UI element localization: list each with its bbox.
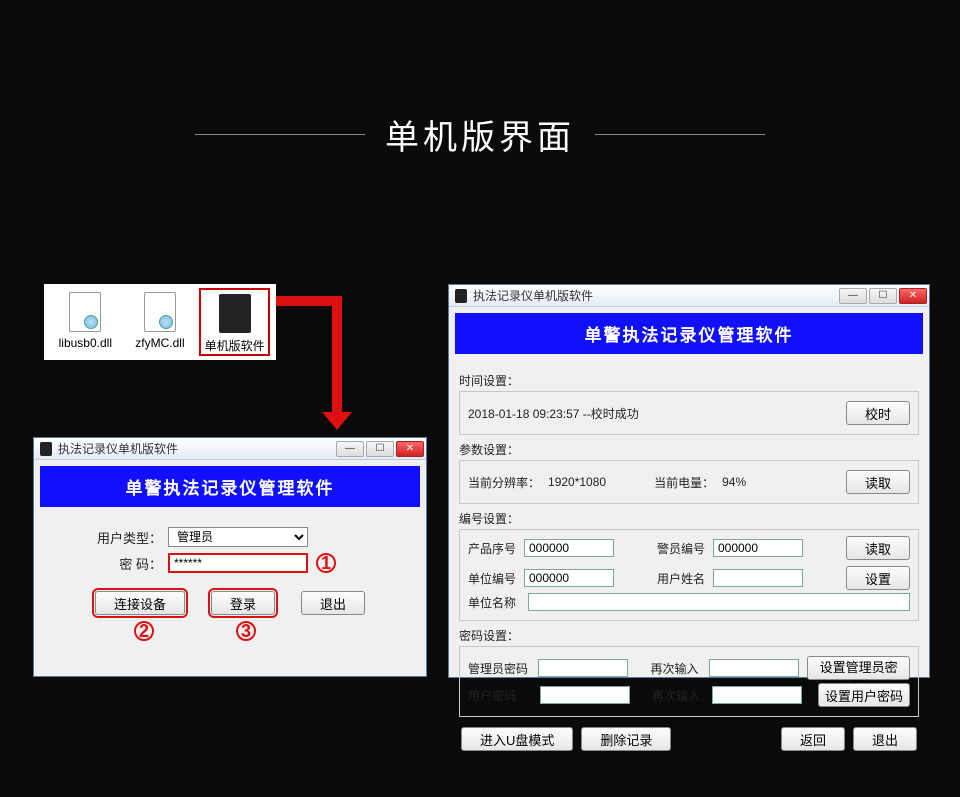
file-libusb-dll[interactable]: libusb0.dll — [50, 288, 121, 356]
id-section-label: 编号设置： — [459, 510, 919, 527]
back-button[interactable]: 返回 — [781, 727, 845, 751]
time-group: 2018-01-18 09:23:57 --校时成功 校时 — [459, 391, 919, 435]
close-button[interactable]: ✕ — [899, 288, 927, 304]
password-input[interactable] — [168, 553, 308, 573]
maximize-button[interactable]: ☐ — [869, 288, 897, 304]
officer-id-input[interactable] — [713, 539, 803, 557]
product-id-input[interactable] — [524, 539, 614, 557]
exit-button[interactable]: 退出 — [853, 727, 917, 751]
resolution-label: 当前分辨率： — [468, 474, 540, 491]
user-pwd-again-label: 再次输入 — [652, 687, 704, 704]
pwd-group: 管理员密码 再次输入 设置管理员密码 用户密码 再次输入 设置用户密码 — [459, 646, 919, 717]
step-marker-1: 1 — [316, 553, 336, 573]
management-window: 执法记录仪单机版软件 — ☐ ✕ 单警执法记录仪管理软件 时间设置： 2018-… — [448, 284, 930, 678]
delete-records-button[interactable]: 删除记录 — [581, 727, 671, 751]
unit-id-input[interactable] — [524, 569, 614, 587]
exe-icon — [219, 294, 251, 333]
user-pwd-again-input[interactable] — [712, 686, 802, 704]
file-standalone-exe[interactable]: 单机版软件 — [199, 288, 270, 356]
param-section-label: 参数设置： — [459, 441, 919, 458]
app-icon — [455, 289, 467, 303]
titlebar[interactable]: 执法记录仪单机版软件 — ☐ ✕ — [449, 285, 929, 307]
divider-left — [195, 134, 365, 135]
file-explorer-panel: libusb0.dll zfyMC.dll 单机版软件 — [44, 284, 276, 360]
resolution-value: 1920*1080 — [548, 475, 606, 489]
page-heading-row: 单机版界面 — [0, 110, 960, 159]
admin-pwd-again-input[interactable] — [709, 659, 799, 677]
user-name-input[interactable] — [713, 569, 803, 587]
login-button[interactable]: 登录 — [211, 591, 275, 615]
unit-name-input[interactable] — [528, 593, 910, 611]
id-read-button[interactable]: 读取 — [846, 536, 910, 560]
dll-icon — [69, 292, 101, 332]
file-label: zfyMC.dll — [135, 336, 184, 350]
app-header: 单警执法记录仪管理软件 — [455, 313, 923, 354]
time-section-label: 时间设置： — [459, 372, 919, 389]
file-label: 单机版软件 — [205, 337, 265, 354]
battery-value: 94% — [722, 475, 746, 489]
user-pwd-input[interactable] — [540, 686, 630, 704]
admin-pwd-input[interactable] — [538, 659, 628, 677]
time-status-text: 2018-01-18 09:23:57 --校时成功 — [468, 405, 639, 422]
user-type-label: 用户类型： — [92, 528, 162, 547]
set-admin-pwd-button[interactable]: 设置管理员密码 — [807, 656, 910, 680]
file-zfymc-dll[interactable]: zfyMC.dll — [125, 288, 196, 356]
step-marker-3: 3 — [236, 621, 256, 641]
pwd-section-label: 密码设置： — [459, 627, 919, 644]
page-title: 单机版界面 — [385, 110, 575, 159]
app-icon — [40, 442, 52, 456]
divider-right — [595, 134, 765, 135]
admin-pwd-again-label: 再次输入 — [650, 660, 701, 677]
user-pwd-label: 用户密码 — [468, 687, 532, 704]
window-title: 执法记录仪单机版软件 — [473, 287, 593, 304]
udisk-mode-button[interactable]: 进入U盘模式 — [461, 727, 573, 751]
battery-label: 当前电量： — [654, 474, 714, 491]
file-label: libusb0.dll — [59, 336, 112, 350]
window-title: 执法记录仪单机版软件 — [58, 440, 178, 457]
red-arrow — [276, 288, 426, 428]
step-marker-2: 2 — [134, 621, 154, 641]
product-id-label: 产品序号 — [468, 540, 520, 557]
login-window: 执法记录仪单机版软件 — ☐ ✕ 单警执法记录仪管理软件 用户类型： 管理员 密… — [33, 437, 427, 677]
officer-id-label: 警员编号 — [657, 540, 709, 557]
maximize-button[interactable]: ☐ — [366, 441, 394, 457]
sync-time-button[interactable]: 校时 — [846, 401, 910, 425]
minimize-button[interactable]: — — [336, 441, 364, 457]
set-user-pwd-button[interactable]: 设置用户密码 — [818, 683, 910, 707]
user-type-select[interactable]: 管理员 — [168, 527, 308, 547]
minimize-button[interactable]: — — [839, 288, 867, 304]
titlebar[interactable]: 执法记录仪单机版软件 — ☐ ✕ — [34, 438, 426, 460]
unit-id-label: 单位编号 — [468, 570, 520, 587]
bottom-button-row: 进入U盘模式 删除记录 返回 退出 — [459, 723, 919, 755]
unit-name-label: 单位名称 — [468, 594, 520, 611]
id-set-button[interactable]: 设置 — [846, 566, 910, 590]
password-label: 密 码： — [92, 554, 162, 573]
param-read-button[interactable]: 读取 — [846, 470, 910, 494]
admin-pwd-label: 管理员密码 — [468, 660, 530, 677]
id-group: 产品序号 警员编号 读取 单位编号 用户姓名 设置 — [459, 529, 919, 621]
dll-icon — [144, 292, 176, 332]
close-button[interactable]: ✕ — [396, 441, 424, 457]
param-group: 当前分辨率： 1920*1080 当前电量： 94% 读取 — [459, 460, 919, 504]
connect-device-button[interactable]: 连接设备 — [95, 591, 185, 615]
user-name-label: 用户姓名 — [657, 570, 709, 587]
app-header: 单警执法记录仪管理软件 — [40, 466, 420, 507]
exit-button[interactable]: 退出 — [301, 591, 365, 615]
